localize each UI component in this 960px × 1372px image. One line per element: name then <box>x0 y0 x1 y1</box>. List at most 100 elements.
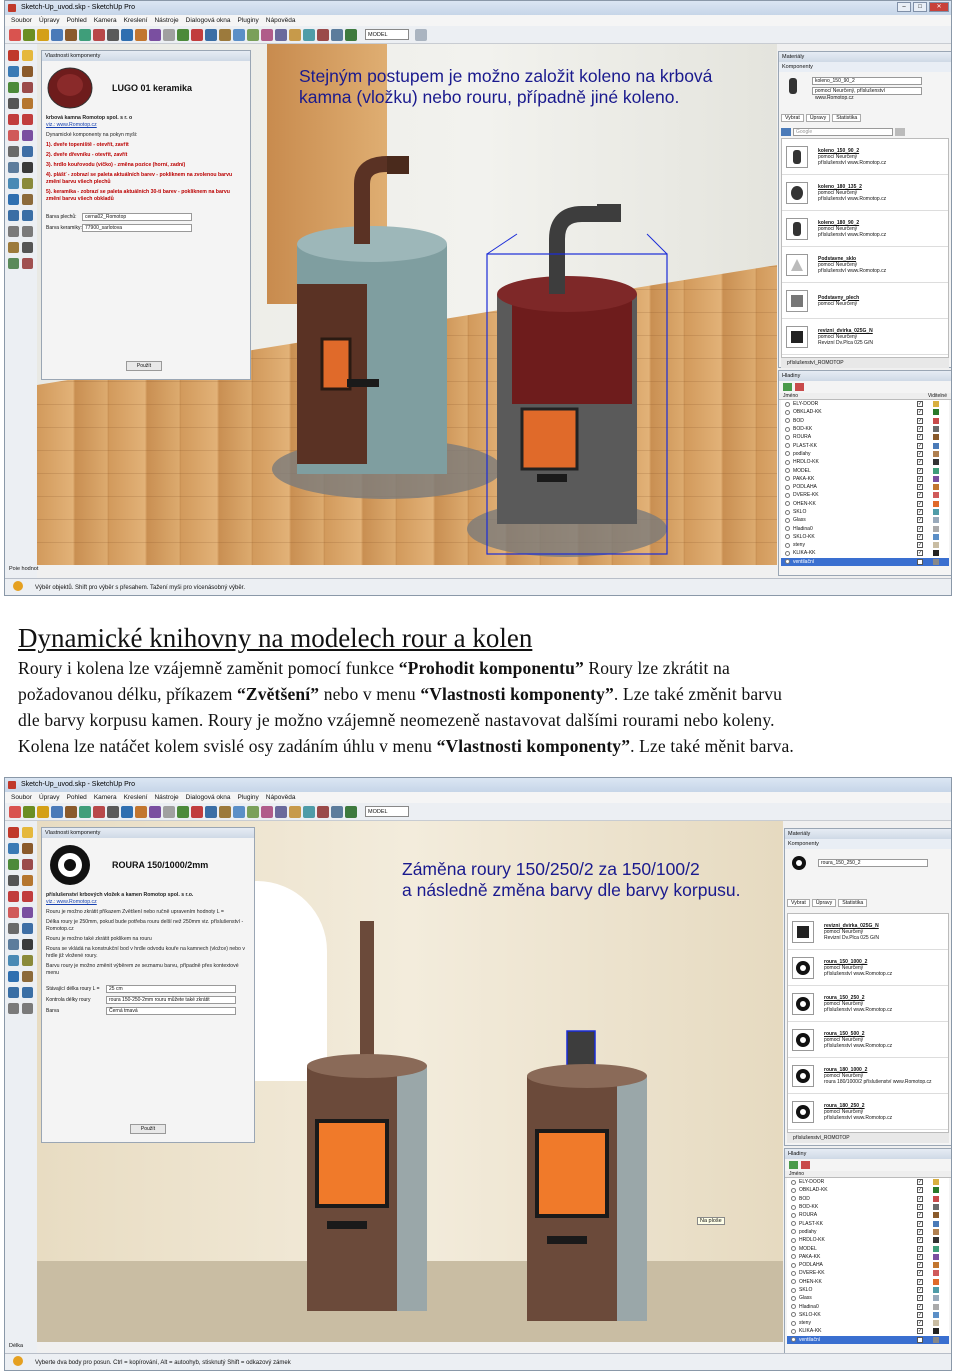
menu-kresleni[interactable]: Kreslení <box>124 792 148 803</box>
layer-active-radio[interactable] <box>785 418 790 424</box>
layer-color-swatch[interactable] <box>933 401 939 408</box>
layer-color-swatch[interactable] <box>933 492 939 499</box>
offset-icon[interactable] <box>22 130 33 141</box>
zoom-window-icon[interactable] <box>22 987 33 998</box>
next-icon[interactable] <box>22 226 33 237</box>
layer-active-radio[interactable] <box>785 517 790 523</box>
components-icon[interactable] <box>331 805 343 818</box>
menu-kresleni[interactable]: Kreslení <box>124 15 148 26</box>
layer-color-swatch[interactable] <box>933 409 939 416</box>
scale-icon[interactable] <box>8 907 19 918</box>
layer-visible-checkbox[interactable]: ✓ <box>917 1295 923 1302</box>
layer-row[interactable]: HRDLO-KK ✓ <box>787 1236 949 1244</box>
layer-color-swatch[interactable] <box>933 467 939 474</box>
layer-row[interactable]: PLAST-KK ✓ <box>781 441 949 449</box>
front-view-icon[interactable] <box>233 28 245 41</box>
layer-row[interactable]: steny ✓ <box>787 1319 949 1327</box>
layer-color-swatch[interactable] <box>933 550 939 557</box>
layer-active-radio[interactable] <box>785 426 790 432</box>
layer-color-swatch[interactable] <box>933 475 939 482</box>
zoom-icon[interactable] <box>8 987 19 998</box>
pipe-length-field[interactable]: 25 cm <box>106 985 236 993</box>
layer-color-swatch[interactable] <box>933 1220 939 1227</box>
tab-edit[interactable]: Úpravy <box>805 114 831 122</box>
pipe-check-field[interactable]: roura 150-250-2mm rouru můžete také zkrá… <box>106 996 236 1004</box>
menu-kamera[interactable]: Kamera <box>94 792 117 803</box>
previous-icon[interactable] <box>8 1003 19 1014</box>
layer-active-radio[interactable] <box>791 1320 796 1326</box>
layer-color-swatch[interactable] <box>933 1179 939 1186</box>
layer-active-radio[interactable] <box>785 451 790 457</box>
layer-row[interactable]: SKLO-KK ✓ <box>787 1311 949 1319</box>
layer-color-swatch[interactable] <box>933 1262 939 1269</box>
polygon-icon[interactable] <box>22 82 33 93</box>
layer-visible-checkbox[interactable]: ✓ <box>917 1204 923 1211</box>
layer-visible-checkbox[interactable]: ✓ <box>917 1287 923 1293</box>
layer-visible-checkbox[interactable]: ✓ <box>917 1245 923 1252</box>
layer-visible-checkbox[interactable]: ✓ <box>917 550 923 557</box>
layer-visible-checkbox[interactable]: ✓ <box>917 1212 923 1219</box>
layer-color-swatch[interactable] <box>933 533 939 540</box>
3dtext-icon[interactable] <box>22 178 33 189</box>
menu-napoveda[interactable]: Nápověda <box>266 15 296 26</box>
menu-upravy[interactable]: Úpravy <box>39 15 60 26</box>
layer-select[interactable]: MODEL <box>365 29 409 40</box>
menu-pluginy[interactable]: Pluginy <box>237 15 258 26</box>
layer-color-swatch[interactable] <box>933 417 939 424</box>
iso-view-icon[interactable] <box>247 28 259 41</box>
layer-color-swatch[interactable] <box>933 1204 939 1211</box>
zoom-icon[interactable] <box>8 210 19 221</box>
layer-visible-checkbox[interactable]: ✓ <box>917 426 923 433</box>
layer-row[interactable]: BOD-KK ✓ <box>787 1203 949 1211</box>
menu-dialogova-okna[interactable]: Dialogová okna <box>186 792 231 803</box>
layer-select[interactable]: MODEL <box>365 806 409 817</box>
layer-active-radio[interactable] <box>785 542 790 548</box>
circle-icon[interactable] <box>8 82 19 93</box>
panel-link[interactable]: viz.: www.Romotop.cz <box>42 122 250 129</box>
maximize-button[interactable]: □ <box>913 2 927 12</box>
menu-upravy[interactable]: Úpravy <box>39 792 60 803</box>
layer-visible-checkbox[interactable]: ✓ <box>917 417 923 424</box>
layer-visible-checkbox[interactable]: ✓ <box>917 1270 923 1277</box>
layer-active-radio[interactable] <box>785 459 790 465</box>
layer-color-swatch[interactable] <box>933 1320 939 1327</box>
list-item[interactable]: roura_150_1000_2 pomocí Neurčený příslušen… <box>788 950 948 986</box>
layer-visible-checkbox[interactable]: ✓ <box>917 1303 923 1310</box>
close-button[interactable]: ✕ <box>929 2 949 12</box>
layer-color-swatch[interactable] <box>933 1228 939 1235</box>
layer-row[interactable]: PODLAHA ✓ <box>787 1261 949 1269</box>
layer-color-swatch[interactable] <box>933 426 939 433</box>
layer-color-swatch[interactable] <box>933 1336 939 1343</box>
offset-icon[interactable] <box>22 907 33 918</box>
line-tool-icon[interactable] <box>51 28 63 41</box>
rotate-tool-icon[interactable] <box>135 805 147 818</box>
iso-view-icon[interactable] <box>247 805 259 818</box>
layer-color-swatch[interactable] <box>933 1212 939 1219</box>
layer-active-radio[interactable] <box>791 1295 796 1301</box>
layer-color-swatch[interactable] <box>933 434 939 441</box>
make-component-icon[interactable] <box>22 827 33 838</box>
walk-icon[interactable] <box>22 242 33 253</box>
section-icon[interactable] <box>317 805 329 818</box>
menu-pohled[interactable]: Pohled <box>67 15 87 26</box>
zoom-extents-icon[interactable] <box>219 805 231 818</box>
layer-active-radio[interactable] <box>785 559 790 565</box>
layer-row[interactable]: ELY-DOOR ✓ <box>781 400 949 408</box>
layer-visible-checkbox[interactable]: ✓ <box>917 409 923 416</box>
orbit-icon[interactable] <box>8 194 19 205</box>
layer-row[interactable]: podlahy ✓ <box>787 1228 949 1236</box>
offset-tool-icon[interactable] <box>163 805 175 818</box>
layer-row[interactable]: BOD ✓ <box>781 417 949 425</box>
pipe-color-select[interactable]: Černá tmavá <box>106 1007 236 1015</box>
layer-row[interactable]: podlahy ✓ <box>781 450 949 458</box>
romotop-link[interactable]: viz.: www.Romotop.cz <box>46 122 97 128</box>
tab-select[interactable]: Vybrat <box>781 114 804 122</box>
arc-tool-icon[interactable] <box>93 805 105 818</box>
zoom-extents-icon[interactable] <box>219 28 231 41</box>
circle-icon[interactable] <box>8 859 19 870</box>
shaded-icon[interactable] <box>289 805 301 818</box>
layer-row[interactable]: OBKLAD-KK ✓ <box>787 1186 949 1194</box>
paint-tool-icon[interactable] <box>37 805 49 818</box>
pan-tool-icon[interactable] <box>191 28 203 41</box>
layer-row[interactable]: Hladina0 ✓ <box>787 1302 949 1310</box>
